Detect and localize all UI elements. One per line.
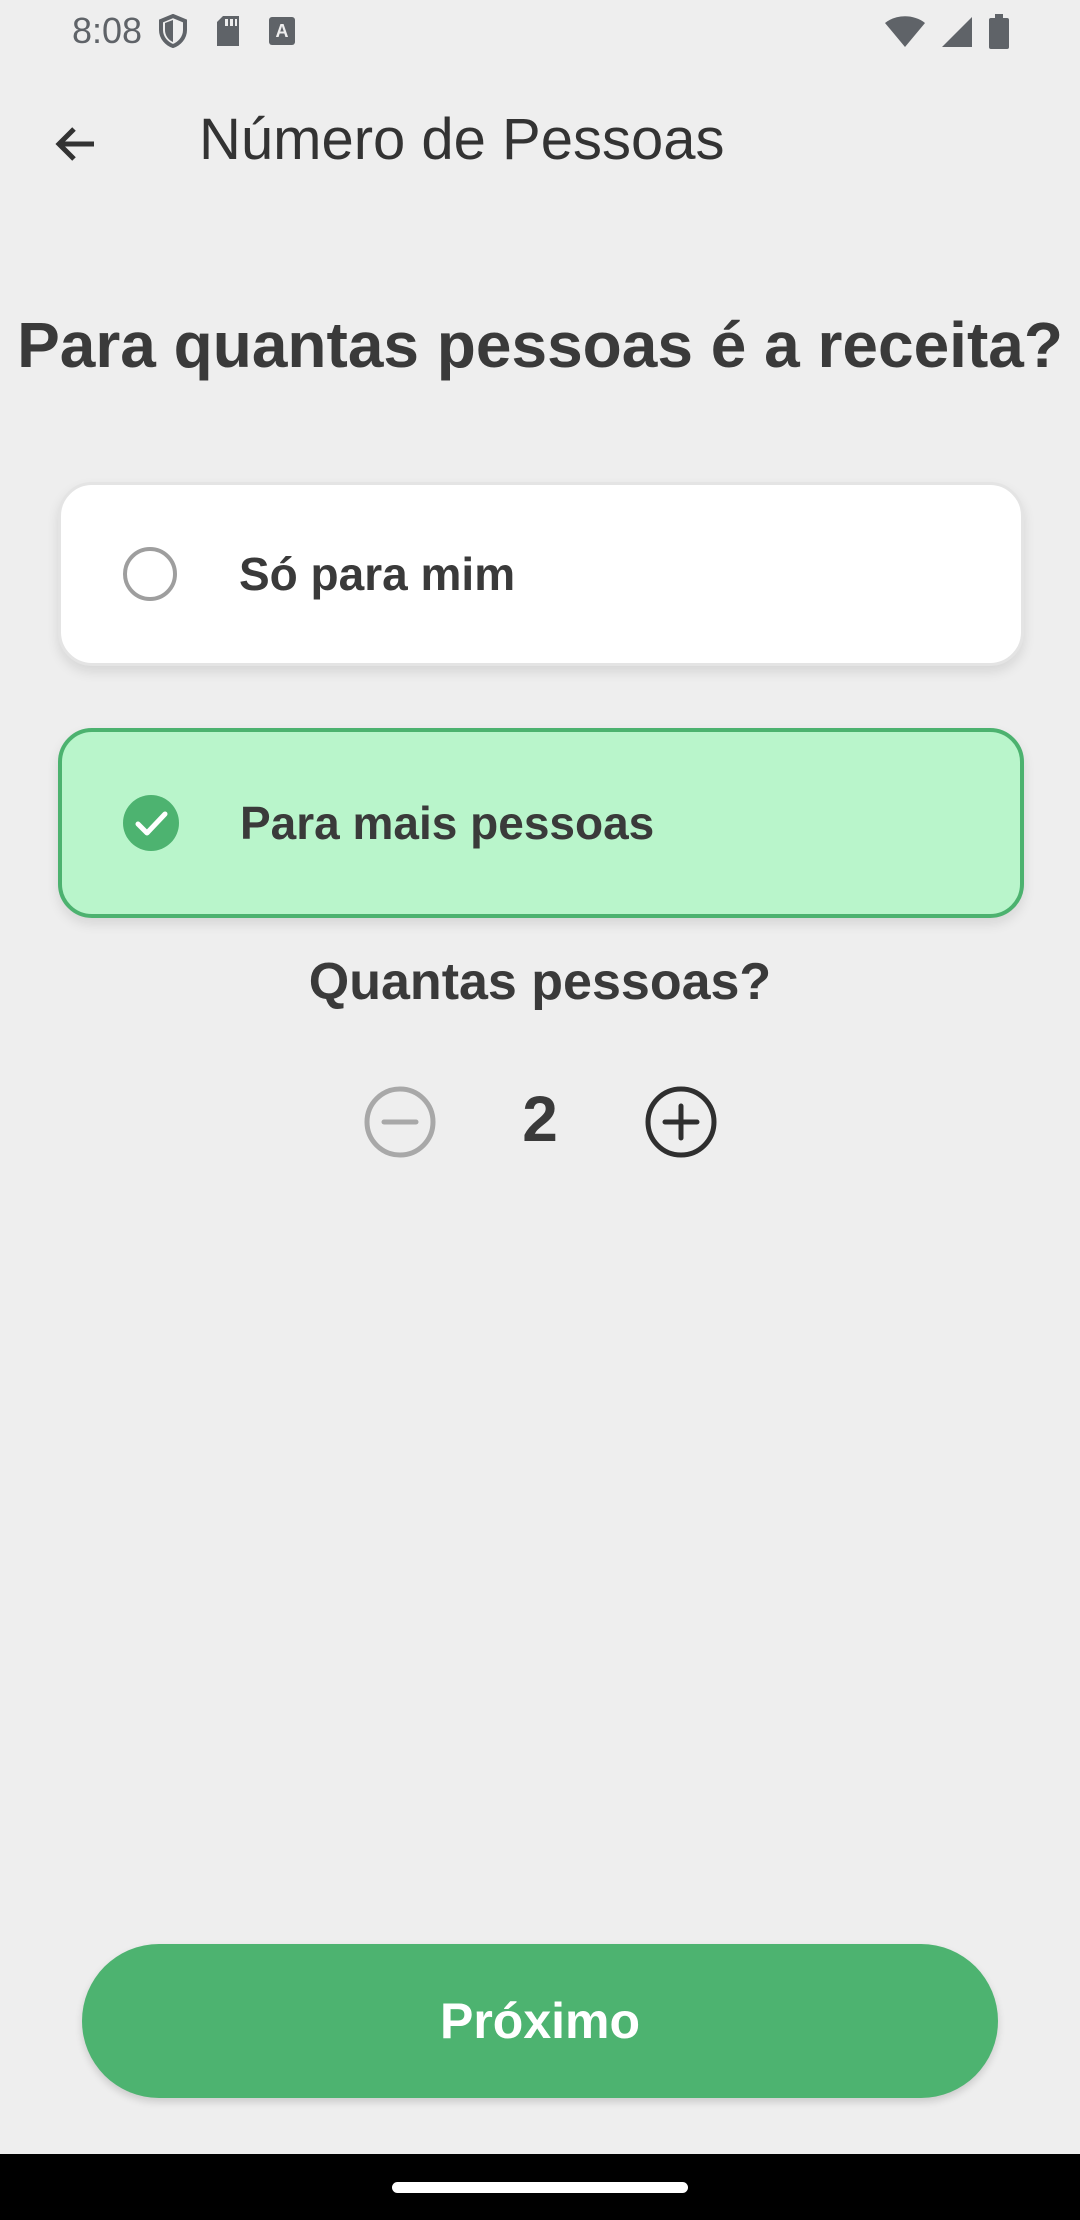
arrow-left-icon — [55, 127, 94, 161]
people-count-value: 2 — [522, 1083, 558, 1155]
option-more-people[interactable]: Para mais pessoas — [58, 728, 1024, 918]
option-label: Para mais pessoas — [240, 797, 655, 849]
status-icons-right — [884, 14, 1010, 50]
radio-unchecked-icon — [123, 547, 177, 601]
option-label: Só para mim — [239, 548, 516, 600]
system-nav-bar — [0, 2154, 1080, 2220]
back-button[interactable] — [44, 112, 108, 176]
option-just-me[interactable]: Só para mim — [58, 482, 1024, 666]
battery-icon — [989, 14, 1009, 49]
svg-text:A: A — [276, 21, 289, 41]
status-bar: 8:08 A — [0, 0, 1080, 66]
people-count-stepper: 2 — [0, 1082, 1080, 1162]
home-indicator[interactable] — [392, 2182, 688, 2193]
sd-card-icon — [217, 16, 239, 46]
app-bar: Número de Pessoas — [0, 90, 1080, 194]
wifi-icon — [885, 16, 925, 47]
check-circle-icon — [123, 795, 179, 851]
people-count-question: Quantas pessoas? — [308, 953, 772, 1011]
shield-icon — [159, 14, 187, 48]
signal-icon — [942, 17, 972, 47]
page-title: Número de Pessoas — [199, 107, 725, 172]
next-button[interactable]: Próximo — [82, 1944, 998, 2098]
plus-circle-icon[interactable] — [643, 1084, 719, 1160]
keyboard-a-icon: A — [269, 17, 295, 45]
status-time: 8:08 — [72, 10, 143, 51]
main-question: Para quantas pessoas é a receita? — [17, 309, 1063, 381]
status-icons-left: A — [158, 14, 296, 48]
minus-circle-icon[interactable] — [362, 1084, 438, 1160]
